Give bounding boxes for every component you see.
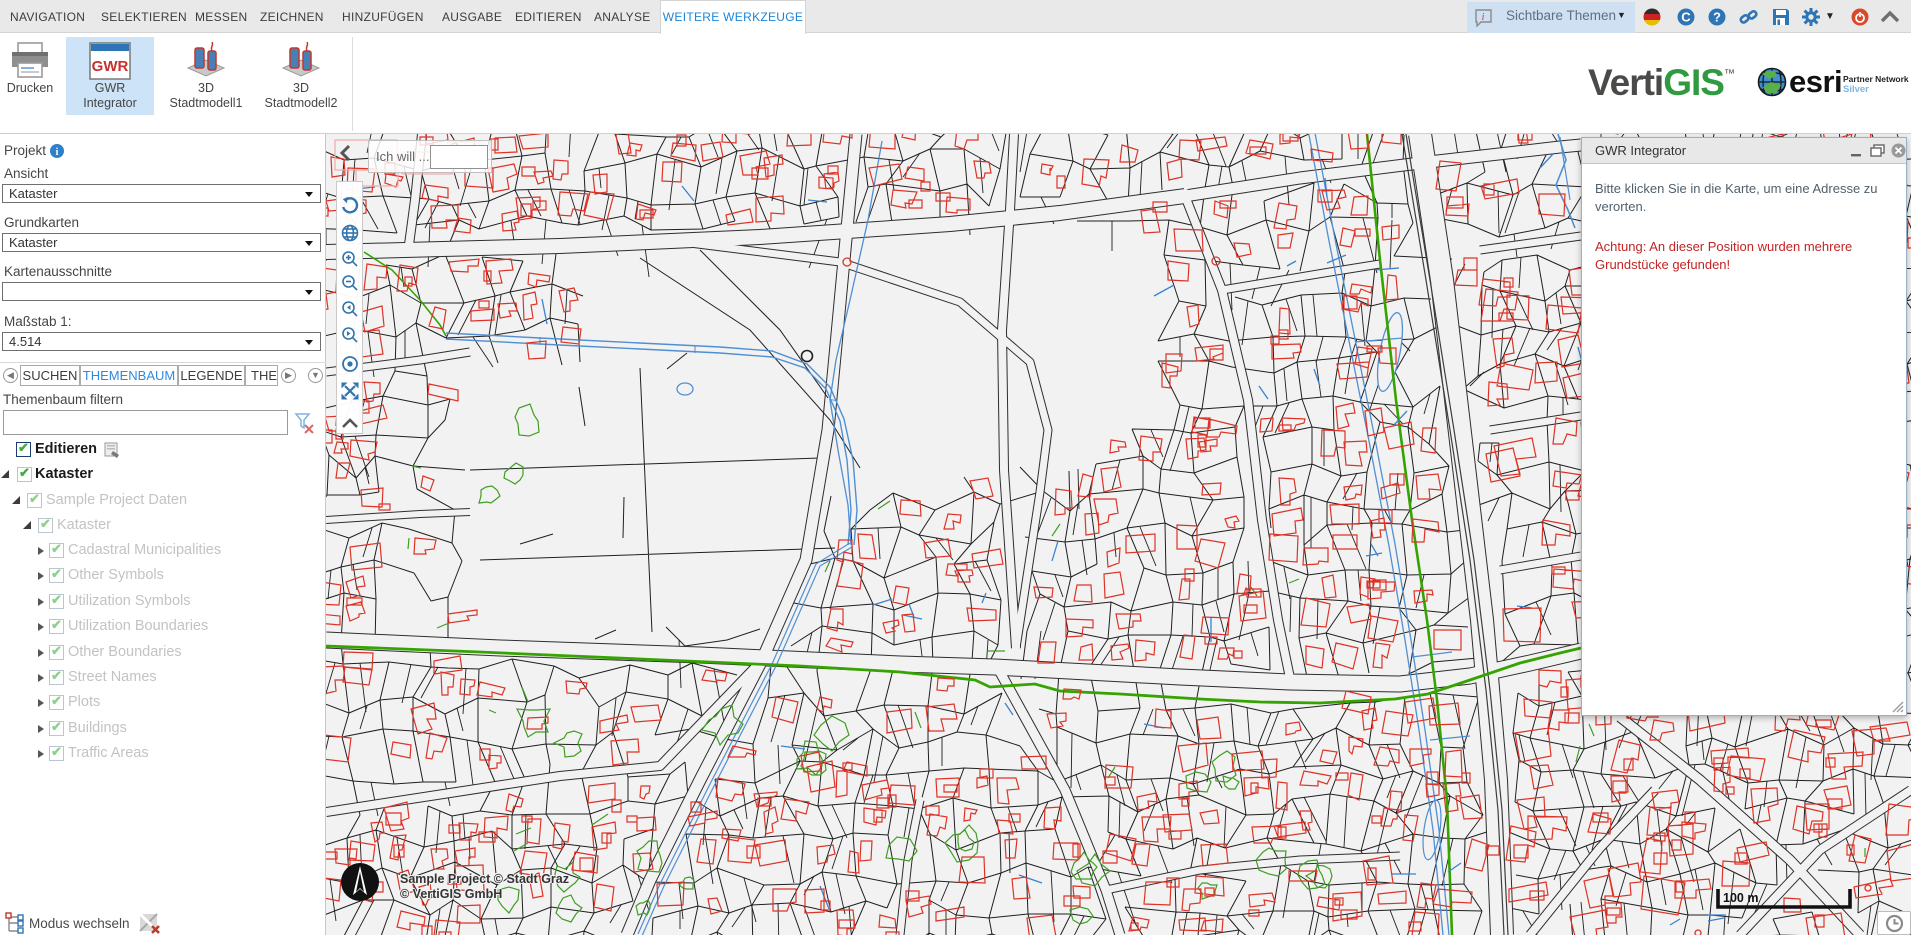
svg-text:100 m: 100 m [1723, 891, 1758, 905]
svg-text:i: i [1482, 12, 1485, 23]
svg-text:GWR: GWR [92, 58, 129, 75]
svg-text:?: ? [1713, 10, 1721, 25]
svg-text:i: i [56, 147, 59, 158]
svg-text:C: C [1681, 10, 1691, 25]
